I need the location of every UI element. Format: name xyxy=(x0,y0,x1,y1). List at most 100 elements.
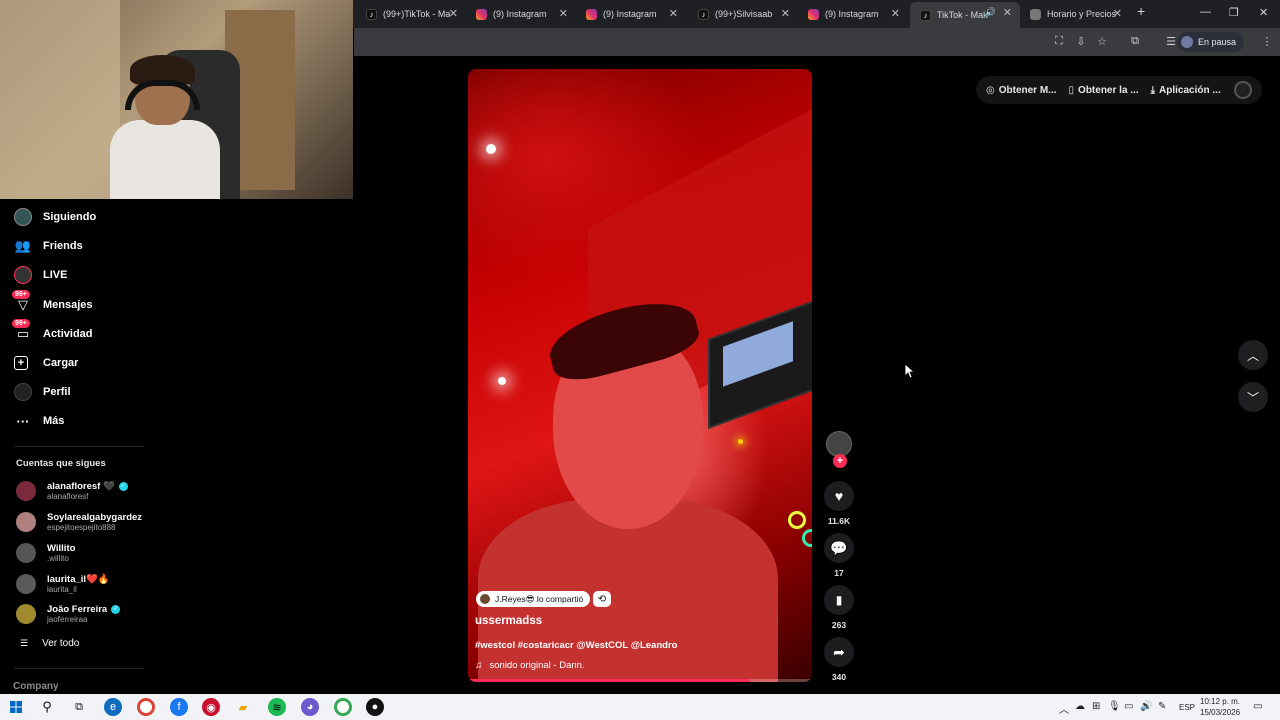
like-button[interactable]: ♥ xyxy=(824,481,854,511)
following-account[interactable]: alanafloresf 🖤 ✓ alanafloresf xyxy=(16,478,128,504)
live-icon xyxy=(14,266,32,284)
activity-badge: 99+ xyxy=(12,319,30,328)
windows-start-icon[interactable] xyxy=(7,698,25,716)
sidebar-item-live[interactable]: LIVE xyxy=(14,264,67,286)
see-all-link[interactable]: ☰ Ver todo xyxy=(20,638,79,649)
app-icon[interactable]: ◉ xyxy=(202,698,220,716)
facebook-icon[interactable]: f xyxy=(170,698,188,716)
edge-icon[interactable]: e xyxy=(104,698,122,716)
music-note-icon: ♫ xyxy=(475,660,483,671)
get-app-bar: ◎ Obtener M... ▯ Obtener la ... ⤓ Aplicació… xyxy=(976,76,1262,104)
volume-icon[interactable]: 🔊 xyxy=(1140,701,1152,712)
notifications-icon[interactable]: ▭ xyxy=(1253,701,1262,712)
spotify-icon[interactable]: ≋ xyxy=(268,698,286,716)
share-button[interactable]: ➦ xyxy=(824,637,854,667)
chrome-icon[interactable] xyxy=(137,698,155,716)
instagram-icon xyxy=(476,8,487,20)
shared-by-pill[interactable]: J.Reyes😎 lo compartió xyxy=(476,591,591,607)
task-view-icon[interactable]: ⧉ xyxy=(70,698,88,716)
avatar xyxy=(480,594,490,604)
profile-button[interactable]: En pausa xyxy=(1176,32,1244,52)
browser-tab-active[interactable]: ♪ TikTok - Mak 🔊 ✕ xyxy=(910,2,1020,28)
network-icon[interactable]: ▭ xyxy=(1124,701,1133,712)
get-app-button[interactable]: ▯ Obtener la ... xyxy=(1069,85,1139,96)
tiktok-icon: ♪ xyxy=(366,8,377,20)
browser-tab[interactable]: (9) Instagram ✕ xyxy=(798,3,908,25)
close-window-icon[interactable]: ✕ xyxy=(1259,6,1268,19)
browser-tab[interactable]: ♪ (99+)TikTok - Ma ✕ xyxy=(356,3,466,25)
browser-tab[interactable]: Horario y Precios ✕ xyxy=(1020,3,1130,25)
following-account[interactable]: João Ferreira ✓ jaoferreiraa xyxy=(16,601,121,627)
divider xyxy=(14,446,144,447)
chevron-up-icon[interactable]: ︿ xyxy=(1059,701,1069,716)
get-coins-button[interactable]: ◎ Obtener M... xyxy=(986,85,1057,96)
screen: ♪ (99+)TikTok - Ma ✕ (9) Instagram ✕ (9)… xyxy=(0,0,1280,720)
desktop-app-button[interactable]: ⤓ Aplicación ... xyxy=(1151,85,1221,96)
following-account[interactable]: laurita_il❤️🔥 laurita_il xyxy=(16,571,110,597)
previous-video-button[interactable]: ︿ xyxy=(1238,340,1268,370)
save-count: 263 xyxy=(831,620,847,630)
company-link[interactable]: Company xyxy=(13,681,59,692)
close-tab-icon[interactable]: ✕ xyxy=(559,7,568,20)
comment-button[interactable]: 💬 xyxy=(824,533,854,563)
media-control-icon[interactable]: ☰ xyxy=(1164,34,1178,48)
video-progress-bar[interactable] xyxy=(468,679,812,682)
cloud-icon[interactable]: ☁ xyxy=(1075,701,1085,712)
comment-icon: 💬 xyxy=(830,539,848,556)
sidebar-item-profile[interactable]: Perfil xyxy=(14,381,71,403)
instagram-icon xyxy=(808,8,819,20)
sidebar-item-activity[interactable]: ▭ 99+ Actividad xyxy=(12,319,93,345)
save-button[interactable]: ▮ xyxy=(824,585,854,615)
friends-icon: 👥 xyxy=(14,238,32,253)
repost-icon[interactable]: ⟲ xyxy=(593,591,611,607)
menu-kebab-icon[interactable]: ⋮ xyxy=(1260,34,1274,48)
sidebar-item-more[interactable]: ··· Más xyxy=(14,410,65,432)
sidebar-item-following[interactable]: Siguiendo xyxy=(14,206,96,228)
install-app-icon[interactable]: ⇩ xyxy=(1074,34,1088,48)
close-tab-icon[interactable]: ✕ xyxy=(1003,6,1012,19)
minimize-icon[interactable]: — xyxy=(1200,6,1211,18)
tiktok-icon: ♪ xyxy=(920,9,931,21)
verified-icon: ✓ xyxy=(118,482,128,491)
mouse-cursor-icon xyxy=(905,364,915,379)
close-tab-icon[interactable]: ✕ xyxy=(449,7,458,20)
follow-plus-icon[interactable]: + xyxy=(833,454,847,468)
sidebar-item-messages[interactable]: ▽ 99+ Mensajes xyxy=(12,290,93,316)
video-player[interactable]: J.Reyes😎 lo compartió ⟲ ussermadss #west… xyxy=(468,69,812,682)
close-tab-icon[interactable]: ✕ xyxy=(1113,7,1122,20)
obs-icon[interactable]: ● xyxy=(366,698,384,716)
video-music[interactable]: ♫ sonido original - Dann. xyxy=(475,660,585,671)
translate-icon[interactable]: ⛶ xyxy=(1052,34,1066,48)
pen-icon[interactable]: ✎ xyxy=(1158,701,1166,712)
bookmark-star-icon[interactable]: ☆ xyxy=(1095,34,1109,48)
restore-icon[interactable]: ❐ xyxy=(1229,6,1239,19)
close-tab-icon[interactable]: ✕ xyxy=(891,7,900,20)
close-tab-icon[interactable]: ✕ xyxy=(781,7,790,20)
tray-app-icon[interactable]: ⊞ xyxy=(1092,701,1100,712)
next-video-button[interactable]: ﹀ xyxy=(1238,382,1268,412)
following-account[interactable]: Willito .willito xyxy=(16,540,75,566)
sidebar-item-friends[interactable]: 👥 Friends xyxy=(14,235,83,257)
file-explorer-icon[interactable]: ▰ xyxy=(234,698,252,716)
speaker-icon[interactable]: 🔊 xyxy=(985,7,996,18)
browser-tab[interactable]: (9) Instagram ✕ xyxy=(466,3,576,25)
sidebar-item-upload[interactable]: + Cargar xyxy=(14,352,78,374)
extensions-icon[interactable]: ⧉ xyxy=(1128,34,1142,48)
system-clock[interactable]: 10:12 p. m. 15/03/2026 xyxy=(1200,696,1240,718)
close-tab-icon[interactable]: ✕ xyxy=(669,7,678,20)
following-account[interactable]: Soylarealgabygardez espejitoespejito888 xyxy=(16,509,142,535)
video-author[interactable]: ussermadss xyxy=(475,615,542,627)
language-indicator[interactable]: ESP xyxy=(1179,703,1195,712)
microphone-icon[interactable]: 🎙 xyxy=(1108,701,1121,712)
new-tab-button[interactable]: + xyxy=(1137,3,1145,19)
webcam-overlay xyxy=(0,0,353,199)
like-count: 11.6K xyxy=(827,516,851,526)
chevron-down-icon: ﹀ xyxy=(1246,390,1259,405)
chrome-profile-icon[interactable] xyxy=(334,698,352,716)
discord-icon[interactable]: ◕ xyxy=(301,698,319,716)
share-count: 340 xyxy=(831,672,847,682)
browser-tab[interactable]: ♪ (99+)Silvisaab ✕ xyxy=(688,3,798,25)
search-icon[interactable]: ⚲ xyxy=(38,698,56,716)
browser-tab[interactable]: (9) Instagram ✕ xyxy=(576,3,686,25)
activity-icon: ▭ 99+ xyxy=(12,319,32,343)
